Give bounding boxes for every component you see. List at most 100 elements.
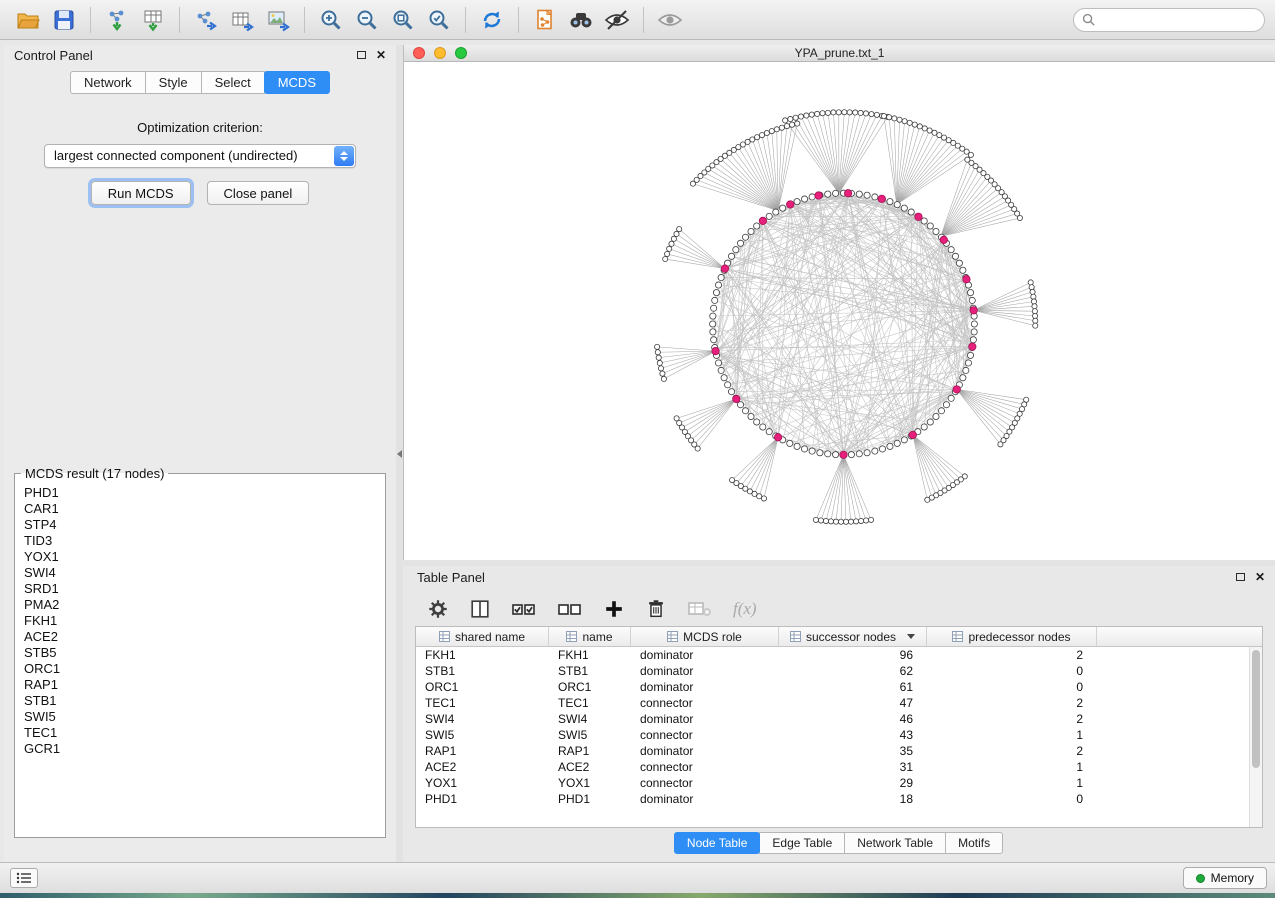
column-sort-icon <box>566 631 577 642</box>
network-view-titlebar[interactable]: YPA_prune.txt_1 <box>404 45 1275 62</box>
search-input[interactable] <box>1100 13 1256 27</box>
show-columns-button[interactable] <box>469 598 491 620</box>
zoom-selected-button[interactable] <box>421 4 457 36</box>
mcds-result-item[interactable]: RAP1 <box>15 677 385 693</box>
mcds-result-item[interactable]: YOX1 <box>15 549 385 565</box>
search-box[interactable] <box>1073 8 1265 32</box>
table-row[interactable]: STB1STB1dominator620 <box>416 663 1249 679</box>
table-row[interactable]: FKH1FKH1dominator962 <box>416 647 1249 663</box>
mcds-result-item[interactable]: GCR1 <box>15 741 385 757</box>
mcds-result-item[interactable]: STP4 <box>15 517 385 533</box>
table-panel-header: Table Panel ✕ <box>403 566 1275 586</box>
mcds-result-item[interactable]: SWI5 <box>15 709 385 725</box>
select-all-rows-button[interactable] <box>511 598 537 620</box>
zoom-out-icon <box>355 8 379 32</box>
function-builder-button[interactable]: f(x) <box>733 599 757 619</box>
mcds-result-item[interactable]: TEC1 <box>15 725 385 741</box>
vertical-splitter[interactable] <box>396 45 403 862</box>
first-neighbors-button[interactable] <box>563 4 599 36</box>
gear-icon <box>427 598 449 620</box>
table-row[interactable]: SWI5SWI5connector431 <box>416 727 1249 743</box>
toolbar-separator <box>179 7 180 33</box>
mcds-result-item[interactable]: TID3 <box>15 533 385 549</box>
table-row[interactable]: TEC1TEC1connector472 <box>416 695 1249 711</box>
float-table-panel-icon[interactable] <box>1236 573 1245 581</box>
window-maximize-icon[interactable] <box>455 47 467 59</box>
mcds-result-item[interactable]: CAR1 <box>15 501 385 517</box>
new-network-from-selection-button[interactable] <box>527 4 563 36</box>
show-all-button[interactable] <box>652 4 688 36</box>
table-row[interactable]: PHD1PHD1dominator180 <box>416 791 1249 807</box>
network-canvas[interactable] <box>404 62 1275 560</box>
table-row[interactable]: YOX1YOX1connector291 <box>416 775 1249 791</box>
close-panel-icon[interactable]: ✕ <box>376 49 386 61</box>
import-table-button[interactable] <box>135 4 171 36</box>
close-panel-button[interactable]: Close panel <box>207 181 310 205</box>
delete-column-button[interactable] <box>645 598 667 620</box>
cell-shared-name: ACE2 <box>416 759 549 775</box>
table-row[interactable]: ACE2ACE2connector311 <box>416 759 1249 775</box>
mcds-result-item[interactable]: STB5 <box>15 645 385 661</box>
column-header-name[interactable]: name <box>549 627 631 646</box>
memory-button[interactable]: Memory <box>1183 867 1267 889</box>
tab-node-table[interactable]: Node Table <box>674 832 761 854</box>
tab-motifs[interactable]: Motifs <box>945 832 1003 854</box>
import-network-button[interactable] <box>99 4 135 36</box>
optimization-criterion-dropdown[interactable]: largest connected component (undirected) <box>44 144 356 168</box>
table-settings-button[interactable] <box>427 598 449 620</box>
zoom-in-button[interactable] <box>313 4 349 36</box>
delete-table-button[interactable] <box>687 598 713 620</box>
mcds-result-item[interactable]: PMA2 <box>15 597 385 613</box>
mcds-result-item[interactable]: PHD1 <box>15 485 385 501</box>
mcds-result-item[interactable]: SWI4 <box>15 565 385 581</box>
deselect-all-rows-button[interactable] <box>557 598 583 620</box>
table-row[interactable]: SWI4SWI4dominator462 <box>416 711 1249 727</box>
cell-predecessors: 0 <box>927 663 1097 679</box>
network-document-icon <box>533 8 557 32</box>
cell-predecessors: 2 <box>927 711 1097 727</box>
column-header-shared-name[interactable]: shared name <box>416 627 549 646</box>
cell-filler <box>1097 743 1249 759</box>
tab-edge-table[interactable]: Edge Table <box>759 832 845 854</box>
network-graph[interactable] <box>404 62 1275 560</box>
float-panel-icon[interactable] <box>357 51 366 59</box>
mcds-result-item[interactable]: SRD1 <box>15 581 385 597</box>
export-network-button[interactable] <box>188 4 224 36</box>
export-image-button[interactable] <box>260 4 296 36</box>
window-minimize-icon[interactable] <box>434 47 446 59</box>
right-column: YPA_prune.txt_1 Table Panel ✕ <box>403 45 1275 862</box>
tab-network[interactable]: Network <box>70 71 146 94</box>
cell-successors: 62 <box>779 663 927 679</box>
save-session-button[interactable] <box>46 4 82 36</box>
column-header-successor-nodes[interactable]: successor nodes <box>779 627 927 646</box>
tab-select[interactable]: Select <box>201 71 265 94</box>
show-panel-list-button[interactable] <box>10 868 38 888</box>
column-header-predecessor-nodes[interactable]: predecessor nodes <box>927 627 1097 646</box>
cell-filler <box>1097 663 1249 679</box>
zoom-fit-button[interactable] <box>385 4 421 36</box>
table-toolbar: f(x) <box>403 586 1275 624</box>
tab-network-table[interactable]: Network Table <box>844 832 946 854</box>
mcds-result-item[interactable]: FKH1 <box>15 613 385 629</box>
window-close-icon[interactable] <box>413 47 425 59</box>
mcds-result-item[interactable]: STB1 <box>15 693 385 709</box>
mcds-result-item[interactable]: ORC1 <box>15 661 385 677</box>
table-scrollbar[interactable] <box>1249 647 1262 827</box>
mcds-result-item[interactable]: ACE2 <box>15 629 385 645</box>
tab-style[interactable]: Style <box>145 71 202 94</box>
tab-mcds[interactable]: MCDS <box>264 71 330 94</box>
mcds-result-list[interactable]: PHD1CAR1STP4TID3YOX1SWI4SRD1PMA2FKH1ACE2… <box>15 485 385 837</box>
add-column-button[interactable] <box>603 598 625 620</box>
collapse-left-icon[interactable] <box>397 450 402 458</box>
column-header-mcds-role[interactable]: MCDS role <box>631 627 779 646</box>
scrollbar-thumb[interactable] <box>1252 650 1260 768</box>
apply-layout-button[interactable] <box>474 4 510 36</box>
hide-selected-button[interactable] <box>599 4 635 36</box>
open-session-button[interactable] <box>10 4 46 36</box>
export-table-button[interactable] <box>224 4 260 36</box>
run-mcds-button[interactable]: Run MCDS <box>91 181 191 205</box>
zoom-out-button[interactable] <box>349 4 385 36</box>
table-row[interactable]: RAP1RAP1dominator352 <box>416 743 1249 759</box>
close-table-panel-icon[interactable]: ✕ <box>1255 571 1265 583</box>
table-row[interactable]: ORC1ORC1dominator610 <box>416 679 1249 695</box>
